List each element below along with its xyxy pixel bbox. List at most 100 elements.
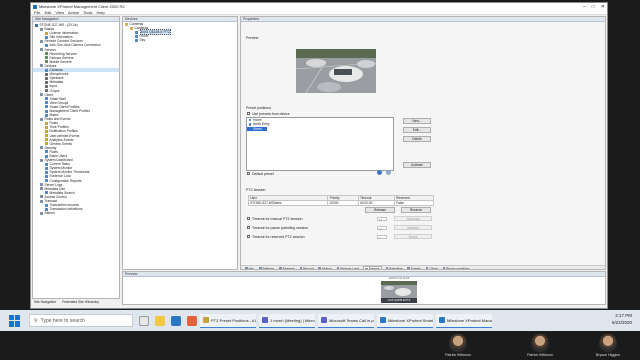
taskbar-app-icon [380, 317, 386, 323]
taskbar-search-input[interactable]: ⚲ Type here to search [29, 314, 133, 327]
tree-node-icon [45, 89, 48, 93]
minimize-icon[interactable]: – [583, 4, 586, 10]
tab-motion[interactable]: Motion [317, 266, 332, 270]
title-bar: Milestone XProtect Management Client 202… [31, 3, 607, 10]
participant-tile[interactable]: Patrick Kittinson [520, 334, 560, 357]
taskbar-task[interactable]: Microsoft Teams Call in pro... [318, 313, 374, 328]
search-placeholder: Type here to search [40, 317, 85, 324]
tab-record[interactable]: Record [299, 266, 315, 270]
pause-timeout-value[interactable]: 10 [377, 225, 387, 230]
move-up-icon[interactable] [377, 170, 382, 175]
tree-node-icon [40, 146, 43, 150]
close-icon[interactable]: ✕ [601, 4, 605, 10]
menu-tools[interactable]: Tools [83, 10, 92, 15]
table-row[interactable]: STONE-S27-WS\ketis 32000 00:00:00 False [247, 200, 435, 206]
tab-label: Record [303, 266, 314, 270]
taskbar-task[interactable]: Milestone XProtect Manag... [436, 313, 492, 328]
taskbar-task[interactable]: PTZ Preset Positions - AXIS... [200, 313, 256, 328]
properties-header: Properties [241, 17, 605, 22]
camera-icon [135, 30, 138, 34]
tab-patrolling[interactable]: Patrolling [385, 267, 404, 269]
manual-timeout-value[interactable]: 15 [377, 216, 387, 221]
menu-help[interactable]: Help [96, 10, 104, 15]
tree-node-icon [45, 175, 48, 179]
tab-icon [299, 267, 303, 269]
nav-tab[interactable]: Federated Site Hierarchy [62, 300, 99, 304]
session-user: STONE-S27-WS\ketis [247, 200, 329, 206]
preset-list-item[interactable]: North Entry [247, 122, 393, 126]
tab-client[interactable]: Client [425, 267, 439, 269]
windows-start-icon[interactable] [9, 314, 21, 327]
taskbar-task-label: Milestone XProtect Manag... [447, 317, 492, 323]
preset-label: Street View [253, 126, 262, 135]
office-icon[interactable] [187, 315, 197, 326]
reserved-timeout-value[interactable]: 1 [377, 234, 387, 239]
preset-new-button[interactable]: New... [403, 118, 431, 124]
tree-item[interactable]: Alarms [33, 211, 119, 215]
tab-presets[interactable]: Presets [363, 266, 382, 269]
pause-timeout-checkbox[interactable] [247, 226, 250, 229]
file-explorer-icon[interactable] [155, 315, 165, 326]
default-preset-checkbox[interactable] [247, 172, 250, 175]
tree-node-icon [45, 154, 48, 158]
tab-fisheye-lens[interactable]: Fisheye Lens [336, 267, 361, 269]
participant-tile[interactable]: Patrick Kittinson [438, 334, 478, 357]
preset-icon [248, 123, 252, 126]
system-tray[interactable]: 2:17 PM 6/22/2020 [612, 312, 632, 326]
reserved-timeout-checkbox[interactable] [247, 235, 250, 238]
maximize-icon[interactable]: □ [592, 4, 595, 10]
preset-delete-button[interactable]: Delete [403, 136, 431, 142]
menu-view[interactable]: View [55, 10, 64, 15]
use-presets-from-device-label: Use presets from device [252, 111, 290, 116]
preset-list-item[interactable]: Street View [247, 126, 267, 135]
tree-node-icon [45, 52, 48, 56]
use-presets-from-device-checkbox[interactable] [247, 112, 250, 115]
edge-browser-icon[interactable] [171, 315, 181, 326]
tree-node-icon [45, 76, 48, 80]
preview-label: Preview [246, 36, 259, 40]
tab-streams[interactable]: Streams [278, 267, 295, 269]
taskbar-task-label: Microsoft Teams Call in pro... [329, 317, 374, 323]
taskbar-task[interactable]: Milestone XProtect Smart ... [377, 313, 433, 328]
tab-label: Motion [321, 266, 332, 270]
release-button[interactable]: Release [365, 207, 395, 213]
task-view-icon[interactable] [139, 315, 149, 326]
management-client-window: Milestone XProtect Management Client 202… [30, 2, 608, 309]
camera-thumbnail[interactable]: AXIS Q6155-E PTZ [381, 281, 417, 303]
manual-timeout-checkbox[interactable] [247, 217, 250, 220]
menu-edit[interactable]: Edit [44, 10, 51, 15]
move-down-icon[interactable] [386, 170, 391, 175]
tree-node-icon [45, 138, 48, 142]
tree-node-icon [45, 80, 48, 84]
tree-node-icon [40, 183, 43, 187]
taskbar-task[interactable]: 1 more! (Meeting) | Microsoft... [259, 313, 315, 328]
camera-icon [135, 38, 138, 42]
reserved-timeout-unit[interactable]: Hours [394, 234, 432, 239]
tree-node-icon [45, 101, 48, 105]
nav-tab[interactable]: Site Navigation [34, 300, 56, 304]
participant-tile[interactable]: Bryson Higgins [588, 334, 628, 357]
device-tree-item[interactable]: Sky [123, 38, 237, 42]
tree-node-icon [45, 109, 48, 113]
menu-action[interactable]: Action [68, 10, 79, 15]
tab-privacy-masking[interactable]: Privacy masking [442, 267, 471, 269]
preset-icon [248, 118, 252, 122]
pause-timeout-unit[interactable]: Minutes [394, 225, 432, 230]
activate-button[interactable]: Activate [403, 162, 431, 168]
meeting-participants-strip: Patrick Kittinson Patrick Kittinson Brys… [0, 331, 640, 360]
menu-file[interactable]: File [34, 10, 40, 15]
reserve-button[interactable]: Reserve [401, 207, 431, 213]
tree-node-icon [45, 134, 48, 138]
tab-icon [245, 267, 248, 269]
taskbar-app-icon [203, 317, 209, 323]
tab-settings[interactable]: Settings [258, 267, 275, 269]
tab-events[interactable]: Events [406, 267, 421, 269]
tree-node-icon [45, 35, 48, 39]
device-tree: Cameras Cameras AXIS Q6155-E PTZ Drove Sky [123, 22, 237, 42]
ptz-session-table: User Priority Timeout Reserved STONE-S27… [247, 195, 435, 206]
tab-icon [365, 267, 368, 269]
tree-node-icon [40, 117, 43, 121]
tab-info[interactable]: Info [244, 267, 255, 269]
preset-edit-button[interactable]: Edit... [403, 127, 431, 133]
manual-timeout-unit[interactable]: Seconds [394, 216, 432, 221]
